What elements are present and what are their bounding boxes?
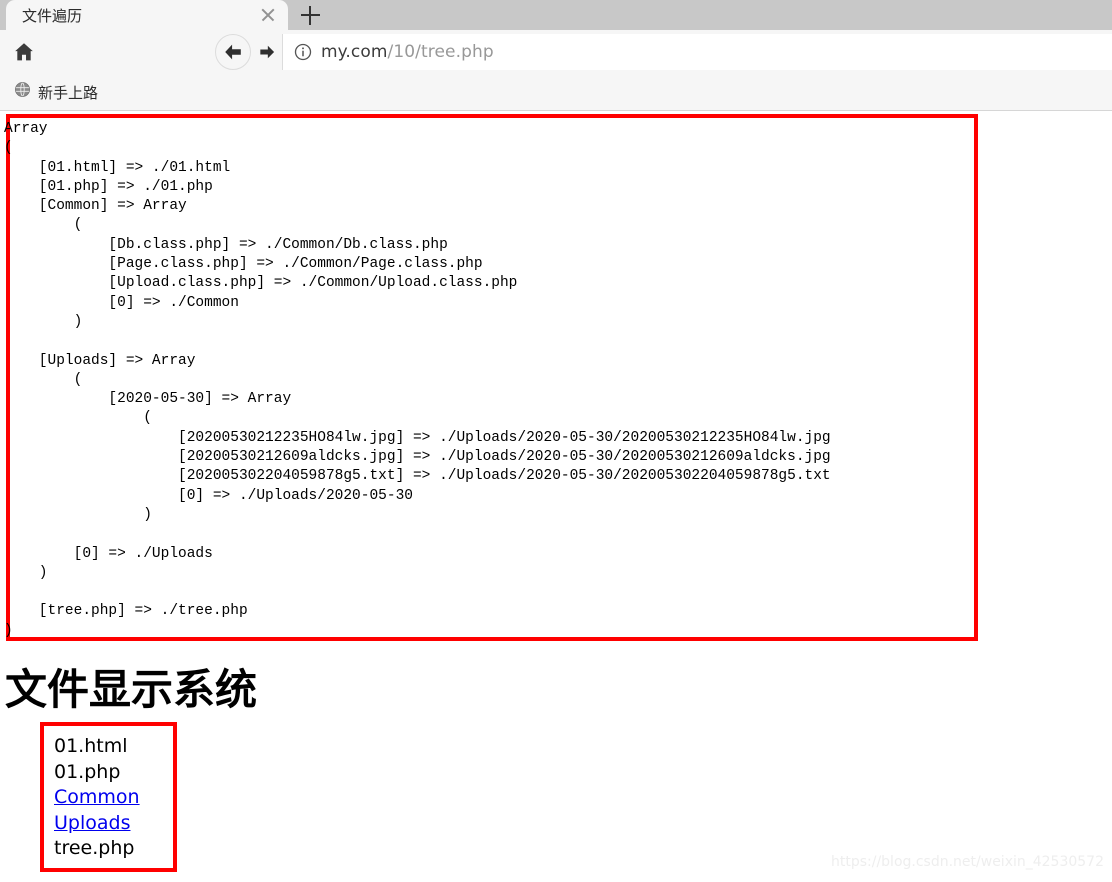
home-icon[interactable] bbox=[2, 30, 46, 74]
tab-title: 文件遍历 bbox=[22, 6, 83, 25]
plus-icon[interactable] bbox=[288, 0, 332, 30]
back-arrow-icon[interactable] bbox=[215, 34, 251, 70]
tab-file-traversal[interactable]: 文件遍历 bbox=[6, 0, 288, 30]
browser-toolbar: my.com/10/tree.php bbox=[0, 30, 1112, 74]
bookmark-label: 新手上路 bbox=[38, 83, 99, 102]
address-bar[interactable]: my.com/10/tree.php bbox=[283, 34, 1112, 70]
directory-tree-dump: Array ( [01.html] => ./01.html [01.php] … bbox=[4, 121, 831, 639]
tab-strip: 文件遍历 bbox=[0, 0, 1112, 30]
bookmark-item-getting-started[interactable]: 新手上路 bbox=[8, 78, 104, 106]
navigation-buttons bbox=[215, 34, 283, 70]
page-viewport: Array ( [01.html] => ./01.html [01.php] … bbox=[0, 111, 1112, 882]
list-item: 01.php bbox=[54, 760, 121, 783]
close-icon[interactable] bbox=[258, 5, 278, 25]
page-title: 文件显示系统 bbox=[5, 665, 258, 714]
file-list-box: 01.html 01.php Common Uploads tree.php bbox=[40, 722, 177, 872]
globe-icon bbox=[14, 81, 31, 103]
print-r-output-box: Array ( [01.html] => ./01.html [01.php] … bbox=[4, 114, 978, 641]
forward-arrow-icon[interactable] bbox=[251, 34, 283, 70]
watermark: https://blog.csdn.net/weixin_42530572 bbox=[830, 854, 1104, 870]
browser-window: 文件遍历 my.com/10/tree.php 新手上路 Array ([01… bbox=[0, 0, 1112, 882]
list-item-link-common[interactable]: Common bbox=[54, 785, 163, 811]
address-bar-text: my.com/10/tree.php bbox=[321, 42, 494, 62]
list-item: tree.php bbox=[54, 837, 135, 859]
url-path: /10/tree.php bbox=[387, 42, 494, 62]
list-item-link-uploads[interactable]: Uploads bbox=[54, 811, 163, 837]
info-circle-icon[interactable] bbox=[293, 42, 313, 62]
list-item: 01.html bbox=[54, 735, 128, 757]
url-host: my.com bbox=[321, 42, 388, 62]
bookmarks-bar: 新手上路 bbox=[0, 74, 1112, 111]
